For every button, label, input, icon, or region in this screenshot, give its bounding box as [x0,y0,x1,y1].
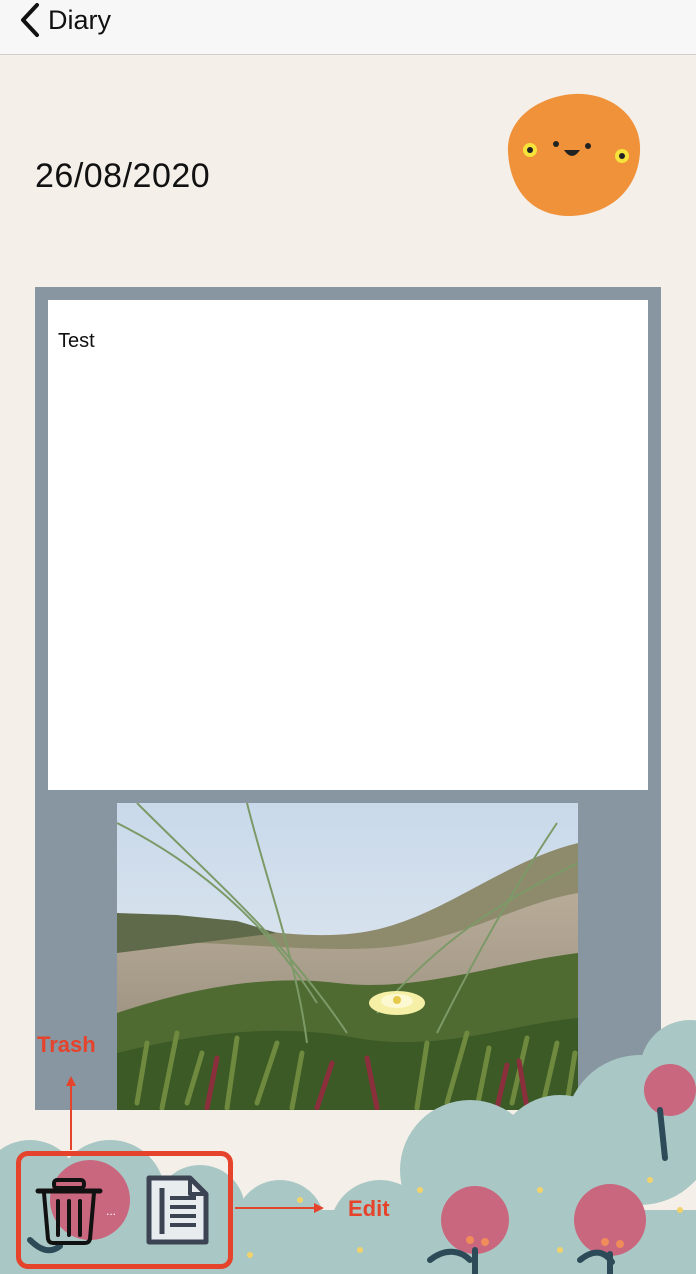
entry-panel: Test [35,287,661,1110]
navigation-bar: Diary [0,0,696,55]
edit-annotation-label: Edit [348,1196,390,1221]
entry-date: 26/08/2020 [35,157,211,195]
mood-happy-icon[interactable] [500,90,646,220]
trash-annotation-label: Trash [37,1032,96,1057]
back-label: Diary [48,4,112,35]
chevron-left-icon [21,3,39,37]
more-indicator: ... [106,1204,117,1218]
trash-icon[interactable] [34,1177,104,1245]
edit-document-icon[interactable] [142,1174,212,1246]
back-button[interactable]: Diary [20,0,111,40]
entry-text[interactable]: Test [48,300,648,790]
